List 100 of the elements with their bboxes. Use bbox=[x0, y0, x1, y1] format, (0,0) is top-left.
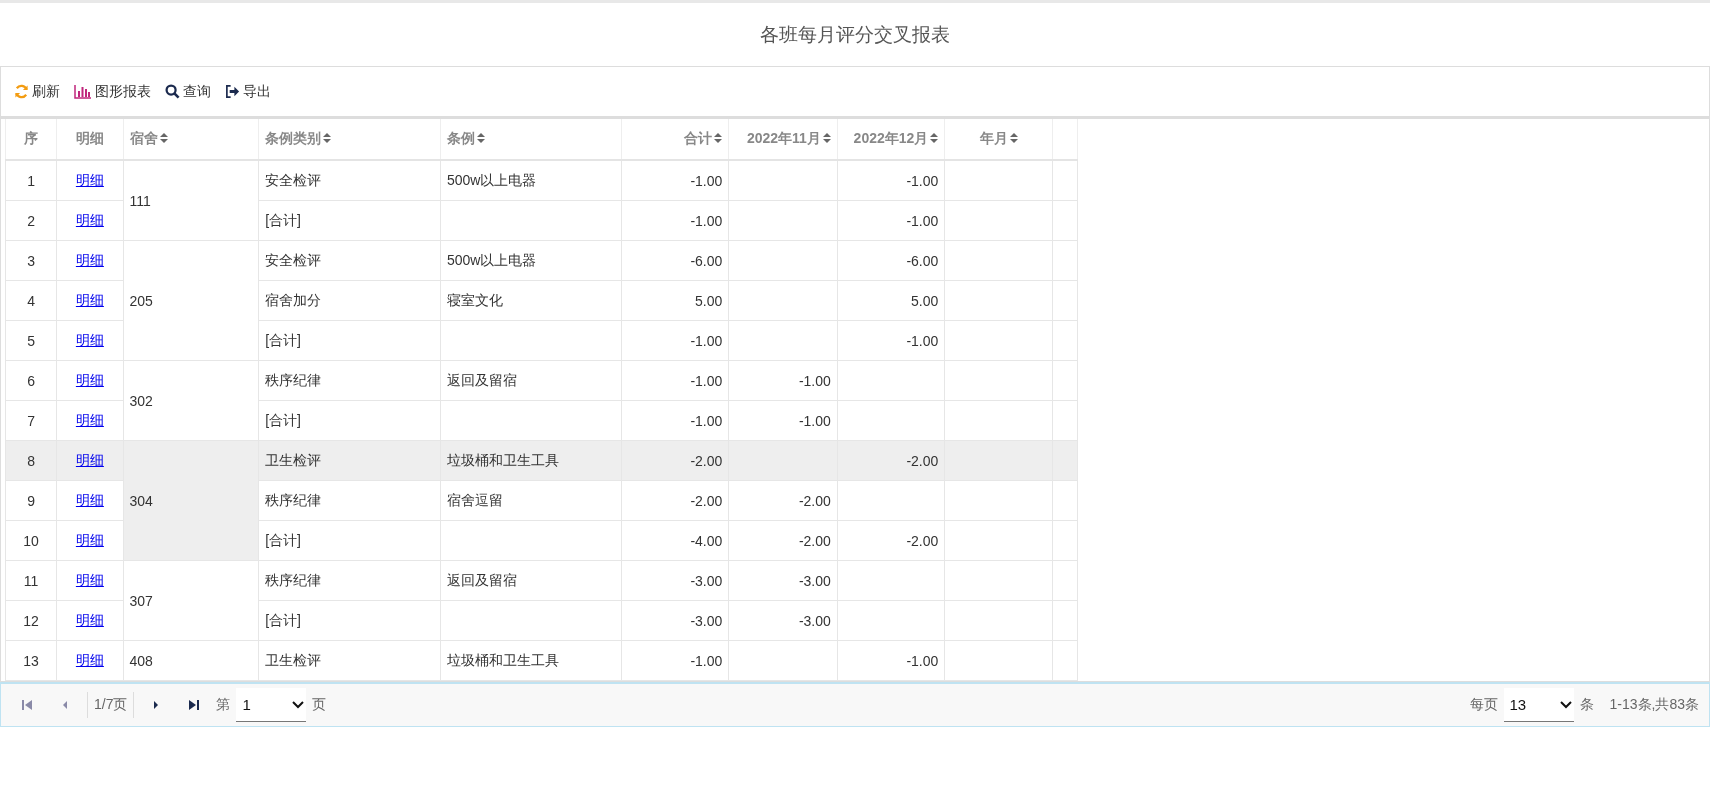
column-header: 序 bbox=[5, 119, 57, 160]
record-summary: 1-13条,共83条 bbox=[1609, 696, 1699, 714]
export-button[interactable]: 导出 bbox=[222, 80, 274, 103]
page-size-suffix: 条 bbox=[1579, 696, 1594, 714]
score-cell: -6.00 bbox=[837, 240, 945, 281]
category-cell: 宿舍加分 bbox=[258, 280, 441, 321]
rule-cell: 500w以上电器 bbox=[440, 160, 622, 201]
detail-link[interactable]: 明细 bbox=[75, 531, 104, 548]
score-cell: -2.00 bbox=[837, 440, 945, 481]
detail-link[interactable]: 明细 bbox=[75, 611, 104, 628]
detail-link[interactable]: 明细 bbox=[75, 291, 104, 308]
score-cell: -1.00 bbox=[837, 160, 945, 201]
detail-link[interactable]: 明细 bbox=[75, 331, 104, 348]
search-icon bbox=[165, 84, 180, 99]
category-cell: 卫生检评 bbox=[258, 640, 441, 681]
row-number: 10 bbox=[5, 520, 57, 561]
detail-link[interactable]: 明细 bbox=[75, 371, 104, 388]
score-cell: 5.00 bbox=[837, 280, 945, 321]
score-cell: -6.00 bbox=[621, 240, 729, 281]
score-cell: -3.00 bbox=[621, 560, 729, 601]
column-header[interactable]: 宿舍 bbox=[123, 119, 259, 160]
search-button[interactable]: 查询 bbox=[162, 80, 214, 103]
chevron-down-icon bbox=[1559, 700, 1572, 709]
rule-cell: 500w以上电器 bbox=[440, 240, 622, 281]
row-number: 7 bbox=[5, 400, 57, 441]
detail-link[interactable]: 明细 bbox=[75, 251, 104, 268]
page-prefix: 第 bbox=[216, 696, 231, 714]
score-cell: 5.00 bbox=[621, 280, 729, 321]
column-header[interactable]: 2022年11月 bbox=[728, 119, 838, 160]
rule-cell: 寝室文化 bbox=[440, 280, 622, 321]
score-cell: -1.00 bbox=[728, 360, 838, 401]
category-cell: [合计] bbox=[258, 320, 441, 361]
page-size-select[interactable]: 13 bbox=[1503, 688, 1574, 722]
row-number: 11 bbox=[5, 560, 57, 601]
dorm-cell: 304 bbox=[123, 440, 259, 561]
category-cell: 秩序纪律 bbox=[258, 360, 441, 401]
score-cell: -4.00 bbox=[621, 520, 729, 561]
dorm-cell: 302 bbox=[123, 360, 259, 441]
refresh-button[interactable]: 刷新 bbox=[11, 80, 63, 103]
row-number: 5 bbox=[5, 320, 57, 361]
score-cell: -3.00 bbox=[621, 600, 729, 641]
page-select[interactable]: 1 bbox=[236, 688, 307, 722]
detail-link[interactable]: 明细 bbox=[75, 491, 104, 508]
score-cell: -1.00 bbox=[621, 320, 729, 361]
score-cell: -1.00 bbox=[837, 640, 945, 681]
rule-cell: 返回及留宿 bbox=[440, 560, 622, 601]
bar-chart-icon bbox=[74, 84, 92, 99]
detail-link[interactable]: 明细 bbox=[75, 411, 104, 428]
score-cell: -2.00 bbox=[621, 440, 729, 481]
score-cell: -1.00 bbox=[621, 200, 729, 241]
right-triangle-icon bbox=[153, 700, 160, 710]
row-number: 6 bbox=[5, 360, 57, 401]
score-cell: -1.00 bbox=[621, 360, 729, 401]
dorm-cell: 205 bbox=[123, 240, 259, 361]
column-header[interactable]: 2022年12月 bbox=[837, 119, 945, 160]
chevron-down-icon bbox=[292, 700, 305, 709]
detail-link[interactable]: 明细 bbox=[75, 651, 104, 668]
detail-link[interactable]: 明细 bbox=[75, 571, 104, 588]
score-cell: -1.00 bbox=[621, 640, 729, 681]
row-number: 1 bbox=[5, 160, 57, 201]
column-header[interactable]: 年月 bbox=[944, 119, 1053, 160]
detail-link[interactable]: 明细 bbox=[75, 211, 104, 228]
export-icon bbox=[225, 84, 240, 99]
category-cell: [合计] bbox=[258, 400, 441, 441]
score-cell: -1.00 bbox=[728, 400, 838, 441]
score-cell: -2.00 bbox=[621, 480, 729, 521]
column-header[interactable]: 条例类别 bbox=[258, 119, 441, 160]
score-cell: -1.00 bbox=[837, 200, 945, 241]
column-header[interactable]: 合计 bbox=[621, 119, 729, 160]
rule-cell: 返回及留宿 bbox=[440, 360, 622, 401]
score-cell: -2.00 bbox=[837, 520, 945, 561]
page-info: 1/7页 bbox=[94, 696, 128, 714]
column-header: 明细 bbox=[56, 119, 124, 160]
dorm-cell: 111 bbox=[123, 160, 259, 241]
page-size-prefix: 每页 bbox=[1469, 696, 1498, 714]
detail-link[interactable]: 明细 bbox=[75, 171, 104, 188]
dorm-cell: 307 bbox=[123, 560, 259, 641]
score-cell: -2.00 bbox=[728, 520, 838, 561]
score-cell: -1.00 bbox=[621, 160, 729, 201]
score-cell: -1.00 bbox=[837, 320, 945, 361]
detail-link[interactable]: 明细 bbox=[75, 451, 104, 468]
rule-cell: 垃圾桶和卫生工具 bbox=[440, 640, 622, 681]
page-suffix: 页 bbox=[312, 696, 327, 714]
score-cell: -1.00 bbox=[621, 400, 729, 441]
report-title: 各班每月评分交叉报表 bbox=[760, 22, 950, 47]
left-triangle-icon bbox=[62, 700, 68, 710]
category-cell: 卫生检评 bbox=[258, 440, 441, 481]
category-cell: 安全检评 bbox=[258, 160, 441, 201]
row-number: 3 bbox=[5, 240, 57, 281]
row-number: 12 bbox=[5, 600, 57, 641]
refresh-icon bbox=[14, 84, 29, 99]
rule-cell: 宿舍逗留 bbox=[440, 480, 622, 521]
chart-button[interactable]: 图形报表 bbox=[71, 80, 154, 103]
rule-cell: 垃圾桶和卫生工具 bbox=[440, 440, 622, 481]
column-header[interactable]: 条例 bbox=[440, 119, 622, 160]
row-number: 13 bbox=[5, 640, 57, 681]
score-cell: -3.00 bbox=[728, 560, 838, 601]
category-cell: 秩序纪律 bbox=[258, 480, 441, 521]
row-number: 9 bbox=[5, 480, 57, 521]
score-cell: -2.00 bbox=[728, 480, 838, 521]
